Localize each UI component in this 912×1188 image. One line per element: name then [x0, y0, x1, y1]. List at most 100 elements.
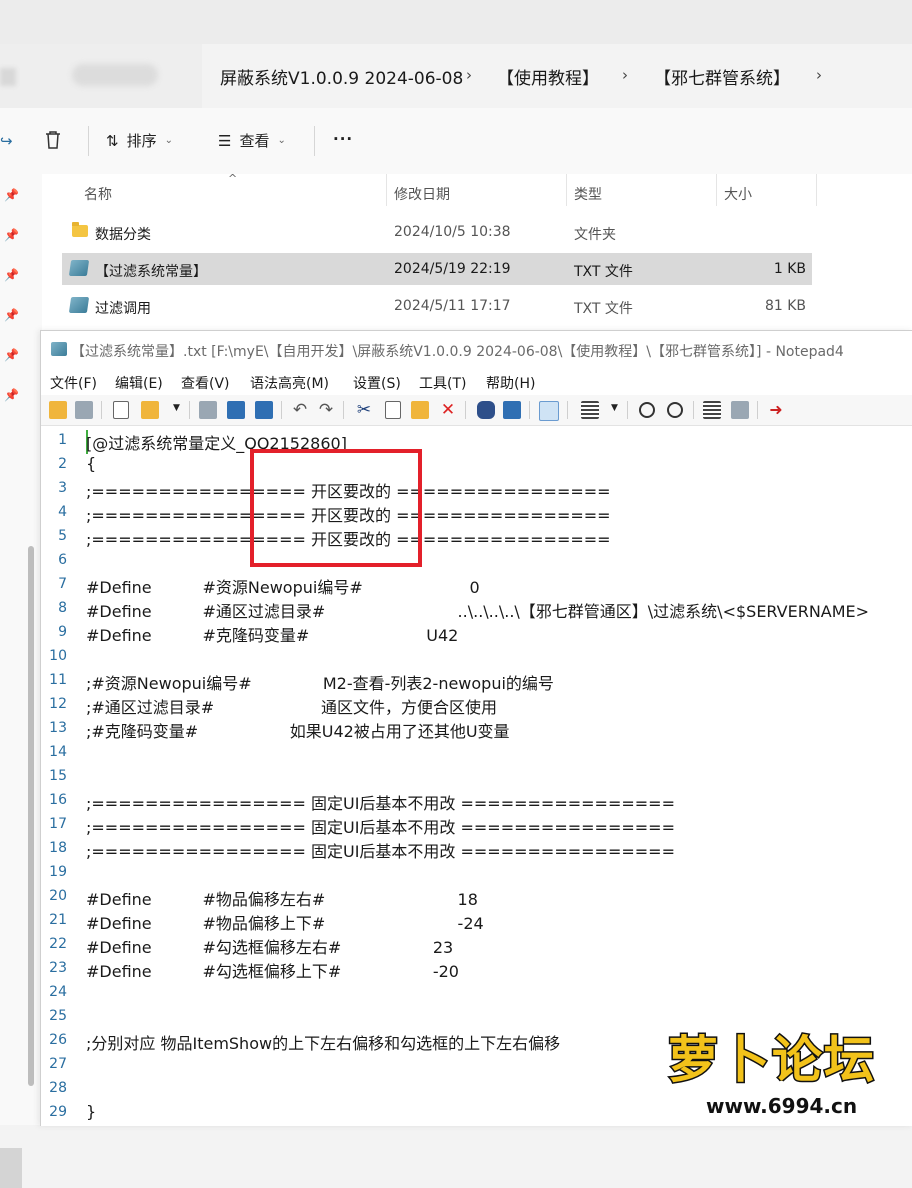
- menu-syntax[interactable]: 语法高亮(M): [250, 373, 329, 393]
- column-header-date[interactable]: 修改日期: [394, 184, 450, 204]
- file-row[interactable]: 数据分类 2024/10/5 10:38 文件夹: [62, 216, 812, 248]
- code-line: #Define #通区过滤目录# ..\..\..\..\【邪七群管通区】\过滤…: [86, 602, 870, 621]
- chevron-right-icon[interactable]: ›: [816, 66, 822, 84]
- file-name: 【过滤系统常量】: [95, 264, 207, 280]
- line-number: 25: [49, 1008, 67, 1024]
- sort-button[interactable]: ⇅ 排序 ⌄: [106, 130, 173, 151]
- pin-icon[interactable]: 📌: [4, 308, 19, 322]
- dropdown-arrow-icon[interactable]: ▼: [611, 403, 618, 413]
- zoom-out-icon[interactable]: [667, 402, 683, 418]
- line-number: 9: [58, 624, 67, 640]
- pin-icon[interactable]: 📌: [4, 188, 19, 202]
- column-header-type[interactable]: 类型: [574, 184, 602, 204]
- toolbar-divider: [465, 401, 466, 419]
- pin-icon[interactable]: 📌: [4, 348, 19, 362]
- arrow-icon[interactable]: ↪: [0, 132, 13, 150]
- favorites-icon[interactable]: [49, 401, 67, 419]
- chevron-right-icon[interactable]: ›: [622, 66, 628, 84]
- toolbar-divider: [189, 401, 190, 419]
- open-folder-icon[interactable]: [141, 401, 159, 419]
- column-divider[interactable]: [566, 174, 567, 206]
- redo-icon[interactable]: ↷: [317, 401, 335, 419]
- pin-icon[interactable]: 📌: [4, 388, 19, 402]
- file-date: 2024/5/11 17:17: [394, 298, 511, 314]
- window-title: 【过滤系统常量】.txt [F:\myE\【自用开发】\屏蔽系统V1.0.0.9…: [71, 344, 844, 360]
- delete-icon[interactable]: ✕: [439, 401, 457, 419]
- save-copy-icon[interactable]: [255, 401, 273, 419]
- more-options-button[interactable]: ···: [333, 130, 353, 148]
- menu-file[interactable]: 文件(F): [50, 373, 97, 393]
- menu-edit[interactable]: 编辑(E): [115, 373, 163, 393]
- menu-view[interactable]: 查看(V): [181, 373, 230, 393]
- breadcrumb-item[interactable]: 【使用教程】: [497, 64, 599, 89]
- line-number: 11: [49, 672, 67, 688]
- view-button[interactable]: ☰ 查看 ⌄: [218, 130, 286, 151]
- pin-icon[interactable]: 📌: [4, 268, 19, 282]
- notepad-titlebar: 【过滤系统常量】.txt [F:\myE\【自用开发】\屏蔽系统V1.0.0.9…: [41, 331, 912, 369]
- column-header-name[interactable]: 名称: [84, 184, 112, 204]
- toolbar-divider: [343, 401, 344, 419]
- line-number: 23: [49, 960, 67, 976]
- line-number: 16: [49, 792, 67, 808]
- address-bar[interactable]: 屏蔽系统V1.0.0.9 2024-06-08 › 【使用教程】 › 【邪七群管…: [0, 44, 912, 108]
- chevron-down-icon: ⌄: [277, 135, 286, 146]
- new-file-icon[interactable]: [113, 401, 129, 419]
- explorer-toolbar: ↪ ⇅ 排序 ⌄ ☰ 查看 ⌄ ···: [0, 108, 912, 174]
- save-as-icon[interactable]: [227, 401, 245, 419]
- nav-selected-item[interactable]: [0, 1148, 22, 1188]
- code-line: }: [86, 1102, 97, 1121]
- delete-button[interactable]: [44, 130, 62, 150]
- zoom-in-icon[interactable]: [639, 402, 655, 418]
- scheme-icon[interactable]: [581, 401, 599, 419]
- file-date: 2024/10/5 10:38: [394, 224, 511, 240]
- file-row[interactable]: 过滤调用 2024/5/11 17:17 TXT 文件 81 KB: [62, 290, 812, 322]
- line-number: 19: [49, 864, 67, 880]
- line-number: 17: [49, 816, 67, 832]
- menu-tools[interactable]: 工具(T): [419, 373, 466, 393]
- replace-icon[interactable]: [503, 401, 521, 419]
- settings-list-icon[interactable]: [703, 401, 721, 419]
- code-line: ;#克隆码变量# 如果U42被占用了还其他U变量: [86, 722, 510, 741]
- file-size: 81 KB: [764, 298, 806, 314]
- code-line: #Define #物品偏移左右# 18: [86, 890, 478, 909]
- watermark-brand: 萝卜论坛: [667, 1030, 876, 1091]
- toolbar-divider: [281, 401, 282, 419]
- save-icon[interactable]: [199, 401, 217, 419]
- column-divider[interactable]: [386, 174, 387, 206]
- file-name: 数据分类: [95, 227, 151, 243]
- column-divider[interactable]: [716, 174, 717, 206]
- navigation-pane: 📌 📌 📌 📌 📌 📌: [0, 174, 42, 1188]
- scrollbar[interactable]: [28, 546, 34, 1086]
- menu-help[interactable]: 帮助(H): [486, 373, 535, 393]
- menu-settings[interactable]: 设置(S): [353, 373, 401, 393]
- find-file-icon[interactable]: [75, 401, 93, 419]
- paste-icon[interactable]: [411, 401, 429, 419]
- exit-icon[interactable]: ➜: [767, 401, 785, 419]
- column-header-size[interactable]: 大小: [724, 184, 752, 204]
- dropdown-arrow-icon[interactable]: ▼: [173, 403, 180, 413]
- copy-icon[interactable]: [385, 401, 401, 419]
- column-divider[interactable]: [816, 174, 817, 206]
- word-wrap-icon[interactable]: [539, 401, 559, 421]
- file-size: 1 KB: [773, 261, 806, 277]
- code-line: ;================ 固定UI后基本不用改 ===========…: [86, 818, 675, 837]
- find-icon[interactable]: [477, 401, 495, 419]
- view-label: 查看: [239, 132, 270, 150]
- undo-icon[interactable]: ↶: [291, 401, 309, 419]
- back-button[interactable]: [0, 68, 16, 86]
- edit-icon[interactable]: [731, 401, 749, 419]
- trash-icon: [46, 131, 60, 149]
- toolbar-divider: [529, 401, 530, 419]
- file-row-selected[interactable]: 【过滤系统常量】 2024/5/19 22:19 TXT 文件 1 KB: [62, 253, 812, 285]
- menu-bar: 文件(F) 编辑(E) 查看(V) 语法高亮(M) 设置(S) 工具(T) 帮助…: [41, 369, 912, 395]
- chevron-right-icon[interactable]: ›: [466, 66, 472, 84]
- toolbar-divider: [757, 401, 758, 419]
- file-list: ^ 名称 修改日期 类型 大小 数据分类 2024/10/5 10:38 文件夹…: [42, 172, 912, 334]
- cut-icon[interactable]: ✂: [355, 401, 373, 419]
- breadcrumb-item[interactable]: 屏蔽系统V1.0.0.9 2024-06-08: [220, 64, 463, 89]
- breadcrumb-item[interactable]: 【邪七群管系统】: [654, 64, 790, 89]
- txt-file-icon: [68, 297, 90, 313]
- code-line: {: [86, 454, 97, 473]
- pin-icon[interactable]: 📌: [4, 228, 19, 242]
- chevron-down-icon: ⌄: [164, 135, 173, 146]
